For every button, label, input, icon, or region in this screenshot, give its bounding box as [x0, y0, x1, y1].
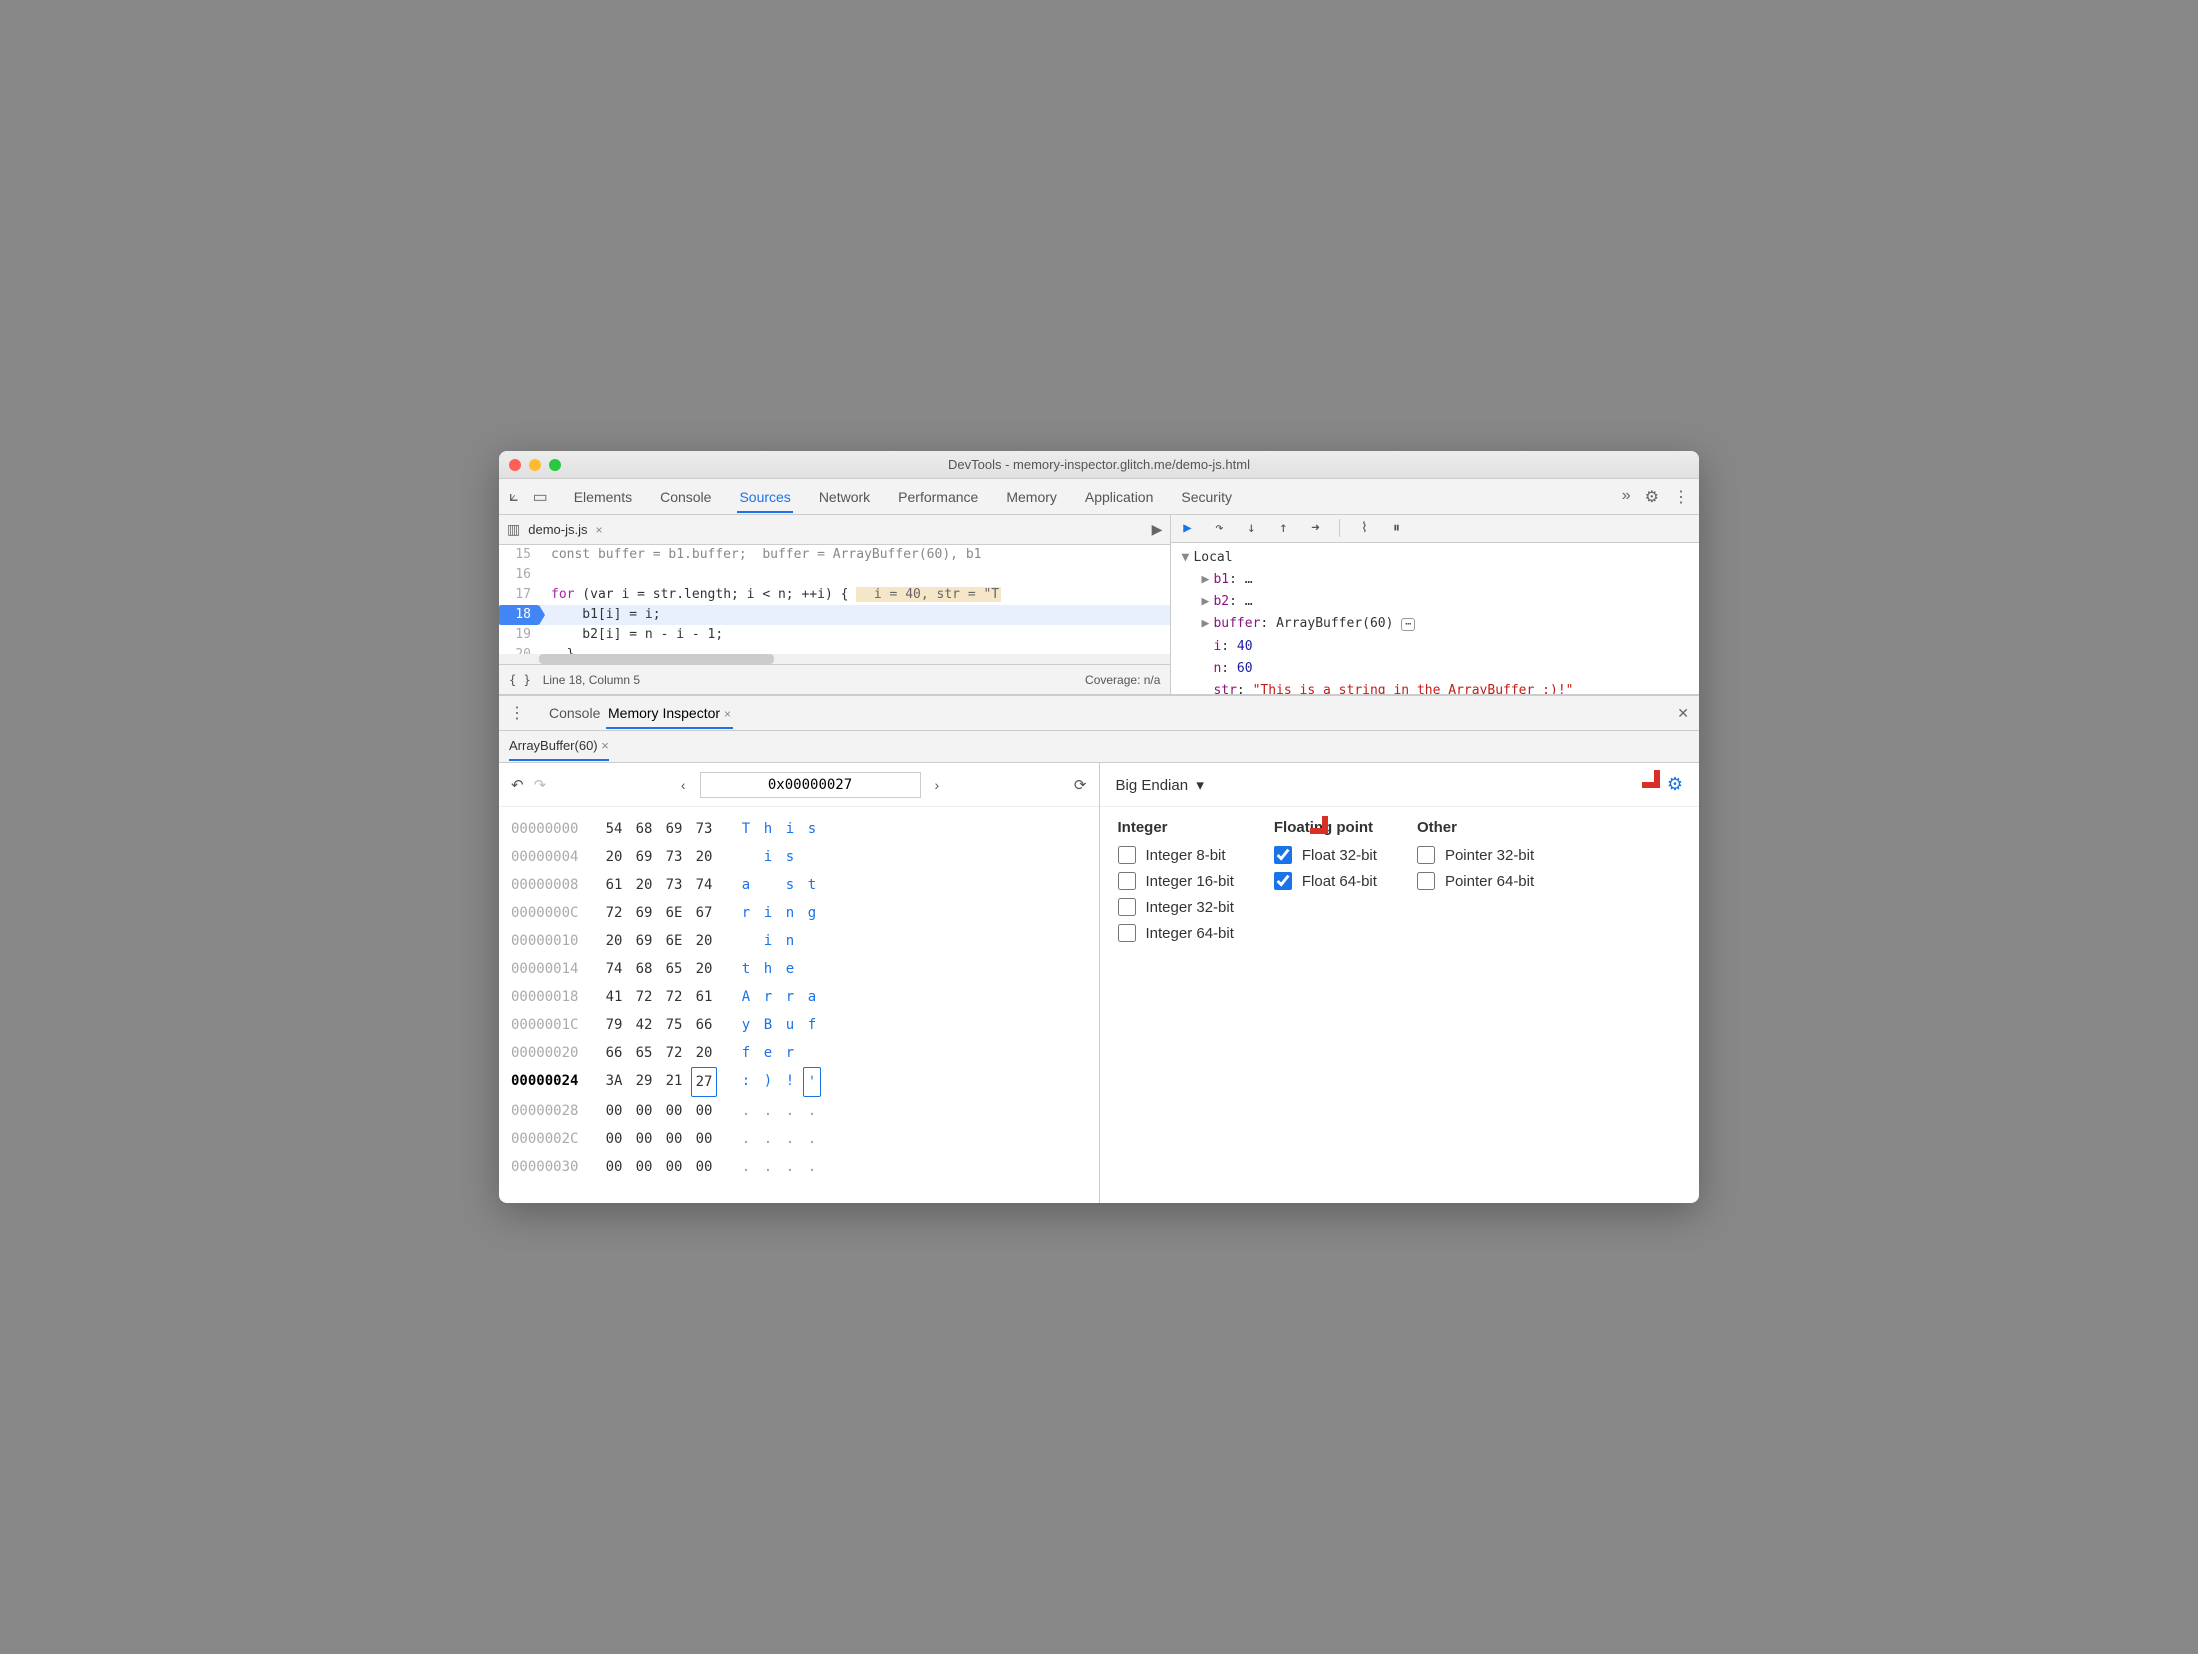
devtools-window: DevTools - memory-inspector.glitch.me/de…: [499, 451, 1699, 1203]
debugger-pane: ▶ ↷ ↓ ↑ ➜ ⌇ ⏸ ▼Local ▶b1: …▶b2: …▶buffer…: [1171, 515, 1699, 694]
panel-tab-network[interactable]: Network: [817, 481, 872, 513]
step-into-icon[interactable]: ↓: [1243, 520, 1259, 536]
window-title: DevTools - memory-inspector.glitch.me/de…: [499, 457, 1699, 472]
setting-integer-64-bit[interactable]: Integer 64-bit: [1118, 924, 1234, 942]
run-snippet-icon[interactable]: ▶: [1152, 521, 1163, 538]
scope-var-b2[interactable]: ▶b2: …: [1181, 591, 1689, 613]
panel-tabs: Elements Console Sources Network Performance…: [572, 481, 1608, 513]
step-out-icon[interactable]: ↑: [1275, 520, 1291, 536]
drawer-menu-icon[interactable]: ⋮: [509, 703, 525, 723]
setting-integer-16-bit[interactable]: Integer 16-bit: [1118, 872, 1234, 890]
panel-tab-application[interactable]: Application: [1083, 481, 1156, 513]
navigator-toggle-icon[interactable]: ▥: [507, 521, 520, 538]
code-editor[interactable]: 15const buffer = b1.buffer; buffer = Arr…: [499, 545, 1170, 654]
inspect-icon[interactable]: ⟀: [509, 488, 519, 506]
format-code-icon[interactable]: { }: [509, 673, 531, 687]
settings-group-floating-point: Floating pointFloat 32-bitFloat 64-bit: [1274, 819, 1377, 950]
value-settings-icon[interactable]: ⚙: [1667, 774, 1683, 795]
prev-page-icon[interactable]: ‹: [673, 773, 694, 797]
scope-var-buffer[interactable]: ▶buffer: ArrayBuffer(60) ⋯: [1181, 613, 1689, 636]
scope-local-header[interactable]: Local: [1193, 550, 1232, 565]
editor-tabbar: ▥ demo-js.js × ▶: [499, 515, 1170, 545]
editor-tab-filename[interactable]: demo-js.js: [528, 522, 587, 537]
titlebar: DevTools - memory-inspector.glitch.me/de…: [499, 451, 1699, 479]
drawer-close-icon[interactable]: ✕: [1677, 705, 1689, 722]
panel-tab-performance[interactable]: Performance: [896, 481, 980, 513]
next-page-icon[interactable]: ›: [927, 773, 948, 797]
step-icon[interactable]: ➜: [1307, 520, 1323, 536]
settings-icon[interactable]: ⚙: [1645, 487, 1659, 507]
editor-statusbar: { } Line 18, Column 5 Coverage: n/a: [499, 664, 1170, 694]
settings-group-integer: IntegerInteger 8-bitInteger 16-bitIntege…: [1118, 819, 1234, 950]
scope-var-str[interactable]: str: "This is a string in the ArrayBuffe…: [1181, 680, 1689, 694]
close-icon[interactable]: ×: [601, 738, 609, 753]
address-input[interactable]: [700, 772, 921, 798]
main-toolbar: ⟀ ▭ Elements Console Sources Network Perform…: [499, 479, 1699, 515]
kebab-menu-icon[interactable]: ⋮: [1673, 487, 1689, 507]
panel-tab-elements[interactable]: Elements: [572, 481, 634, 513]
more-tabs-icon[interactable]: »: [1622, 487, 1631, 507]
hex-grid[interactable]: 0000000054686973This0000000420697320is00…: [499, 807, 1099, 1189]
endianness-select[interactable]: Big Endian ▾: [1116, 776, 1204, 794]
device-toolbar-icon[interactable]: ▭: [533, 487, 548, 507]
hex-toolbar: ↶ ↷ ‹ › ⟳: [499, 763, 1099, 807]
value-type-settings: IntegerInteger 8-bitInteger 16-bitIntege…: [1100, 807, 1700, 962]
panel-tab-sources[interactable]: Sources: [737, 481, 792, 513]
drawer-tab-console[interactable]: Console: [547, 697, 602, 729]
drawer-tab-memory-inspector[interactable]: Memory Inspector ×: [606, 697, 733, 729]
sources-editor-pane: ▥ demo-js.js × ▶ 15const buffer = b1.buf…: [499, 515, 1171, 694]
panel-tab-memory[interactable]: Memory: [1004, 481, 1059, 513]
scope-variables: ▼Local ▶b1: …▶b2: …▶buffer: ArrayBuffer(…: [1171, 543, 1699, 694]
redo-icon[interactable]: ↷: [534, 776, 547, 794]
cursor-position: Line 18, Column 5: [543, 673, 640, 687]
panel-tab-console[interactable]: Console: [658, 481, 713, 513]
deactivate-breakpoints-icon[interactable]: ⌇: [1356, 520, 1372, 536]
pause-exceptions-icon[interactable]: ⏸: [1388, 520, 1404, 536]
scope-var-n[interactable]: n: 60: [1181, 658, 1689, 680]
memory-inspector-tab[interactable]: ArrayBuffer(60) ×: [509, 732, 609, 761]
setting-float-32-bit[interactable]: Float 32-bit: [1274, 846, 1377, 864]
step-over-icon[interactable]: ↷: [1211, 520, 1227, 536]
setting-pointer-32-bit[interactable]: Pointer 32-bit: [1417, 846, 1534, 864]
value-interpreter-pane: Big Endian ▾ ⚙ IntegerInteger 8-bitInteg…: [1100, 763, 1700, 1203]
setting-pointer-64-bit[interactable]: Pointer 64-bit: [1417, 872, 1534, 890]
settings-group-other: OtherPointer 32-bitPointer 64-bit: [1417, 819, 1534, 950]
resume-icon[interactable]: ▶: [1179, 520, 1195, 536]
refresh-icon[interactable]: ⟳: [1074, 776, 1087, 794]
panel-tab-security[interactable]: Security: [1179, 481, 1234, 513]
setting-integer-32-bit[interactable]: Integer 32-bit: [1118, 898, 1234, 916]
undo-icon[interactable]: ↶: [511, 776, 524, 794]
coverage-status: Coverage: n/a: [1085, 673, 1160, 687]
value-toolbar: Big Endian ▾ ⚙: [1100, 763, 1700, 807]
scope-var-i[interactable]: i: 40: [1181, 636, 1689, 658]
memory-inspector-tabs: ArrayBuffer(60) ×: [499, 731, 1699, 763]
hex-viewer-pane: ↶ ↷ ‹ › ⟳ 0000000054686973This0000000420…: [499, 763, 1100, 1203]
debugger-toolbar: ▶ ↷ ↓ ↑ ➜ ⌇ ⏸: [1171, 515, 1699, 543]
setting-float-64-bit[interactable]: Float 64-bit: [1274, 872, 1377, 890]
editor-tab-close-icon[interactable]: ×: [595, 523, 602, 537]
drawer-tabbar: ⋮ Console Memory Inspector × ✕: [499, 695, 1699, 731]
setting-integer-8-bit[interactable]: Integer 8-bit: [1118, 846, 1234, 864]
horizontal-scrollbar[interactable]: [499, 654, 1170, 664]
scope-var-b1[interactable]: ▶b1: …: [1181, 569, 1689, 591]
